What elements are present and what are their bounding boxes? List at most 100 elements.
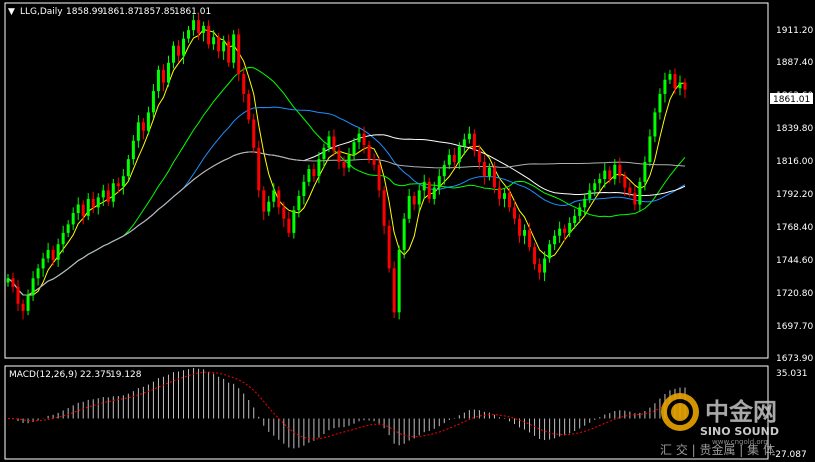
candle-body [588, 190, 592, 199]
candle-body [202, 25, 206, 33]
current-price-tag: 1861.01 [773, 95, 810, 105]
candle-body [472, 133, 476, 151]
candle-body [171, 45, 175, 63]
candle-body [538, 264, 542, 273]
candle-body [207, 25, 211, 45]
candle-body [36, 268, 40, 279]
header-arrow-icon[interactable]: ▼ [8, 7, 15, 17]
candle-body [392, 268, 396, 313]
candle-body [232, 34, 236, 63]
candle-body [402, 218, 406, 250]
candle-body [6, 278, 10, 283]
candle-body [322, 147, 326, 160]
candle-body [417, 190, 421, 205]
watermark-tagline: 汇 交 | 贵金属 | 集 体 [660, 442, 775, 457]
candle-body [337, 150, 341, 162]
candle-body [46, 249, 50, 259]
candle-body [282, 207, 286, 219]
candle-body [71, 213, 75, 225]
candle-body [217, 37, 221, 52]
ma-long-line [7, 134, 686, 296]
watermark-logo: 中金网 SINO SOUND www.cngold.org 汇 交 | 贵金属 … [660, 393, 779, 457]
candle-body [86, 198, 90, 216]
macd-axis-top: 35.031 [776, 369, 808, 379]
candle-body [91, 198, 95, 208]
candle-body [156, 69, 160, 92]
candle-body [648, 136, 652, 162]
candle-body [31, 278, 35, 296]
candle-body [126, 159, 130, 177]
candle-body [56, 244, 60, 260]
candle-body [593, 183, 597, 191]
candle-body [357, 133, 361, 143]
candle-body [16, 286, 20, 304]
price-tick: 1911.20 [776, 26, 813, 36]
candle-body [628, 187, 632, 194]
watermark-en-title: SINO SOUND [700, 425, 779, 438]
candle-body [66, 224, 70, 233]
candle-body [643, 161, 647, 182]
candle-body [573, 215, 577, 223]
header-high: 1861.87 [102, 7, 139, 17]
watermark-cn-title: 中金网 [705, 398, 777, 426]
candle-body [482, 161, 486, 177]
candle-body [41, 258, 45, 269]
candle-body [618, 164, 622, 177]
candle-body [548, 244, 552, 259]
candle-body [658, 93, 662, 113]
candle-body [61, 232, 65, 245]
ma-mid-line [7, 66, 686, 296]
candle-body [342, 161, 346, 168]
candle-body [362, 133, 366, 145]
candle-body [197, 20, 201, 33]
candle-body [447, 154, 451, 165]
candle-body [668, 74, 672, 80]
header-open: 1858.99 [66, 7, 103, 17]
candle-body [262, 190, 266, 212]
candle-body [512, 207, 517, 219]
price-axis: 1911.20 1887.40 1863.60 1839.80 1816.00 … [776, 26, 813, 364]
candle-body [477, 150, 481, 162]
chart-canvas: ▼ LLG,Daily 1858.99 1861.87 1857.85 1861… [4, 2, 813, 460]
candle-body [633, 193, 637, 205]
candle-body [502, 193, 506, 199]
candle-body [257, 147, 261, 191]
candle-body [518, 218, 522, 236]
price-tick: 1816.00 [776, 157, 813, 167]
candle-body [578, 207, 582, 216]
candle-body [683, 82, 687, 90]
candle-body [237, 34, 241, 75]
candle-body [242, 74, 246, 94]
candle-body [166, 62, 170, 83]
candle-body [307, 169, 311, 182]
candle-body [613, 164, 617, 180]
macd-signal-value: 19.128 [110, 370, 142, 380]
candle-body [673, 74, 677, 89]
candle-body [26, 295, 30, 311]
candle-body [427, 181, 431, 199]
candle-body [116, 183, 120, 187]
candle-body [151, 91, 155, 113]
candle-body [553, 235, 557, 245]
candle-body [332, 136, 336, 151]
candle-body [452, 154, 456, 162]
candles [6, 13, 687, 320]
candle-body [507, 193, 511, 208]
candle-body [523, 230, 527, 236]
candle-body [437, 176, 441, 188]
price-tick: 1839.80 [776, 124, 813, 134]
candle-body [136, 122, 140, 141]
candle-body [638, 181, 642, 205]
candle-body [21, 303, 25, 311]
macd-histogram [7, 368, 686, 449]
candle-body [528, 230, 532, 248]
candle-body [533, 247, 537, 265]
candle-body [176, 45, 181, 56]
price-tick: 1744.60 [776, 256, 813, 266]
macd-label: MACD(12,26,9) [9, 370, 77, 380]
price-tick: 1673.90 [776, 354, 813, 364]
candle-body [583, 198, 587, 208]
candle-body [492, 167, 496, 188]
candle-body [182, 38, 186, 56]
candle-body [96, 197, 100, 208]
